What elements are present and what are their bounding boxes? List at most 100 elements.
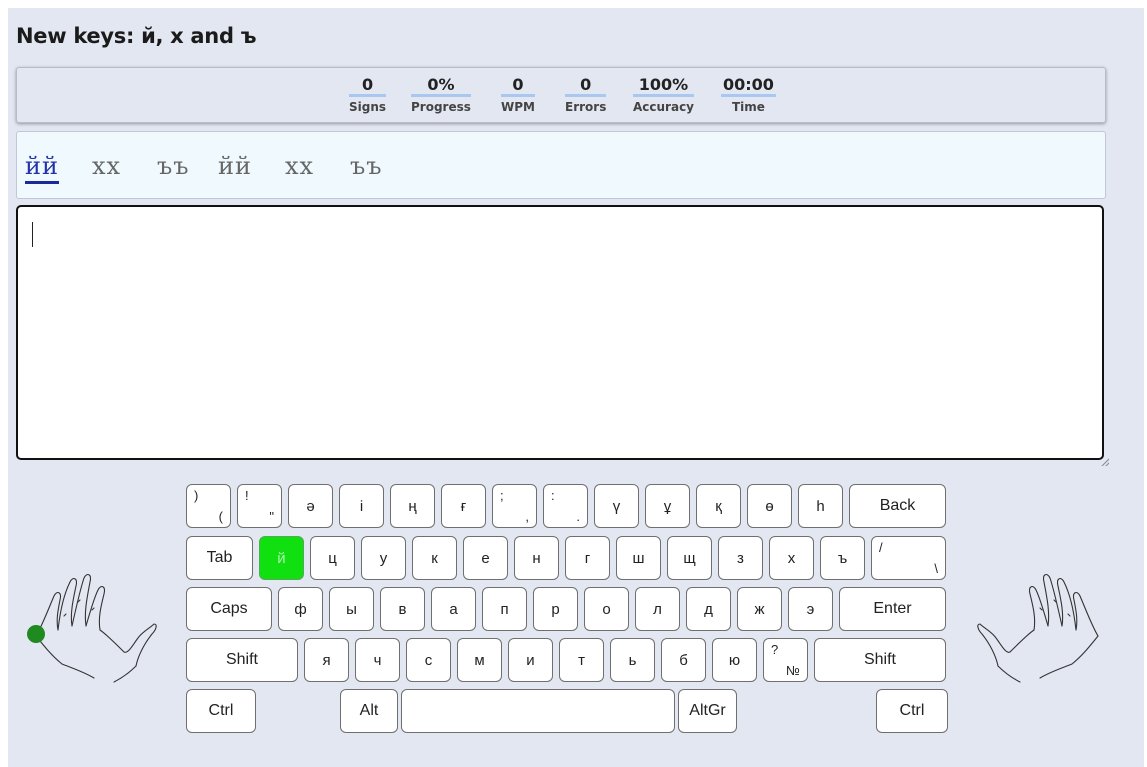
stat-label: Progress — [411, 100, 471, 114]
key-label: ь — [628, 651, 637, 669]
key[interactable]: ю — [712, 638, 757, 682]
text-caret — [32, 222, 33, 247]
key-label: ю — [728, 651, 741, 669]
stat-value: 0% — [411, 76, 471, 97]
key[interactable]: һ — [798, 484, 843, 528]
space-key[interactable] — [401, 689, 675, 733]
key[interactable]: щ — [667, 536, 712, 580]
key[interactable]: у — [361, 536, 406, 580]
key[interactable]: / \ — [871, 536, 946, 580]
key[interactable]: а — [431, 587, 476, 631]
key-label: ө — [765, 497, 774, 515]
key-label: е — [481, 549, 490, 567]
key[interactable]: т — [559, 638, 604, 682]
key[interactable]: ч — [355, 638, 400, 682]
key-shift-label: ? — [771, 642, 779, 657]
key[interactable]: м — [457, 638, 502, 682]
active-key[interactable]: й — [259, 536, 304, 580]
stat-errors: 0 Errors — [565, 76, 607, 116]
key-label: г — [584, 549, 591, 567]
backspace-key[interactable]: Back — [849, 484, 946, 528]
key-label: и — [526, 651, 535, 669]
finger-indicator-dot — [27, 625, 45, 643]
key-label: т — [578, 651, 585, 669]
stats-bar: 0 Signs 0% Progress 0 WPM 0 Errors 100% … — [16, 67, 1106, 123]
key[interactable]: ! " — [237, 484, 282, 528]
key-label: ә — [306, 497, 315, 515]
key-label: Shift — [863, 651, 896, 668]
practice-word: йй — [218, 152, 252, 180]
key[interactable]: ? № — [763, 638, 808, 682]
key-label: в — [398, 600, 407, 618]
resize-grip-icon[interactable] — [1099, 456, 1109, 466]
key[interactable]: э — [788, 587, 833, 631]
shift-key[interactable]: Shift — [814, 638, 946, 682]
key[interactable]: г — [565, 536, 610, 580]
left-hand-icon — [27, 573, 157, 683]
caps-lock-key[interactable]: Caps — [186, 587, 272, 631]
key[interactable]: к — [412, 536, 457, 580]
key-label: б — [679, 651, 688, 669]
enter-key[interactable]: Enter — [839, 587, 946, 631]
stat-label: WPM — [501, 100, 535, 114]
key[interactable]: р — [533, 587, 578, 631]
key[interactable]: ц — [310, 536, 355, 580]
key[interactable]: ң — [390, 484, 435, 528]
key-label: щ — [683, 549, 696, 567]
stat-progress: 0% Progress — [411, 76, 471, 116]
key[interactable]: )( — [186, 484, 231, 528]
shift-key[interactable]: Shift — [186, 638, 298, 682]
key[interactable]: и — [508, 638, 553, 682]
key-label: о — [602, 600, 611, 618]
stat-value: 0 — [501, 76, 535, 97]
key[interactable]: н — [514, 536, 559, 580]
practice-word: хх — [92, 152, 122, 180]
key[interactable]: ж — [737, 587, 782, 631]
key[interactable]: і — [339, 484, 384, 528]
altgr-key[interactable]: AltGr — [678, 689, 737, 733]
key[interactable]: ф — [278, 587, 323, 631]
key[interactable]: е — [463, 536, 508, 580]
key[interactable]: ы — [329, 587, 374, 631]
key[interactable]: с — [406, 638, 451, 682]
key-label: ч — [373, 651, 382, 669]
key[interactable]: ш — [616, 536, 661, 580]
practice-word-current: йй — [25, 152, 59, 184]
key-label: р — [551, 600, 560, 618]
key-label: Caps — [210, 600, 248, 617]
key[interactable]: х — [769, 536, 814, 580]
stat-label: Accuracy — [633, 100, 695, 114]
ctrl-key[interactable]: Ctrl — [186, 689, 256, 733]
stat-signs: 0 Signs — [349, 76, 387, 116]
key[interactable]: ө — [747, 484, 792, 528]
key[interactable]: з — [718, 536, 763, 580]
key[interactable]: ь — [610, 638, 655, 682]
key[interactable]: о — [584, 587, 629, 631]
key[interactable]: ә — [288, 484, 333, 528]
key[interactable]: :. — [543, 484, 588, 528]
key-label: Tab — [206, 549, 233, 566]
key[interactable]: л — [635, 587, 680, 631]
typing-input[interactable] — [16, 205, 1104, 460]
key[interactable]: ұ — [645, 484, 690, 528]
stat-accuracy: 100% Accuracy — [633, 76, 695, 116]
key-base-label: . — [576, 509, 580, 524]
ctrl-key[interactable]: Ctrl — [876, 689, 948, 733]
key[interactable]: ү — [594, 484, 639, 528]
key-label: к — [431, 549, 438, 567]
key[interactable]: в — [380, 587, 425, 631]
tab-key[interactable]: Tab — [186, 536, 253, 580]
key[interactable]: я — [304, 638, 349, 682]
alt-key[interactable]: Alt — [340, 689, 398, 733]
key[interactable]: б — [661, 638, 706, 682]
key-label: ц — [328, 549, 337, 567]
key[interactable]: ъ — [820, 536, 865, 580]
stat-label: Errors — [565, 100, 607, 114]
key-label: ң — [408, 497, 417, 515]
key-label: Shift — [225, 651, 258, 668]
key[interactable]: ;, — [492, 484, 537, 528]
key[interactable]: п — [482, 587, 527, 631]
key[interactable]: д — [686, 587, 731, 631]
key[interactable]: ғ — [441, 484, 486, 528]
key[interactable]: қ — [696, 484, 741, 528]
